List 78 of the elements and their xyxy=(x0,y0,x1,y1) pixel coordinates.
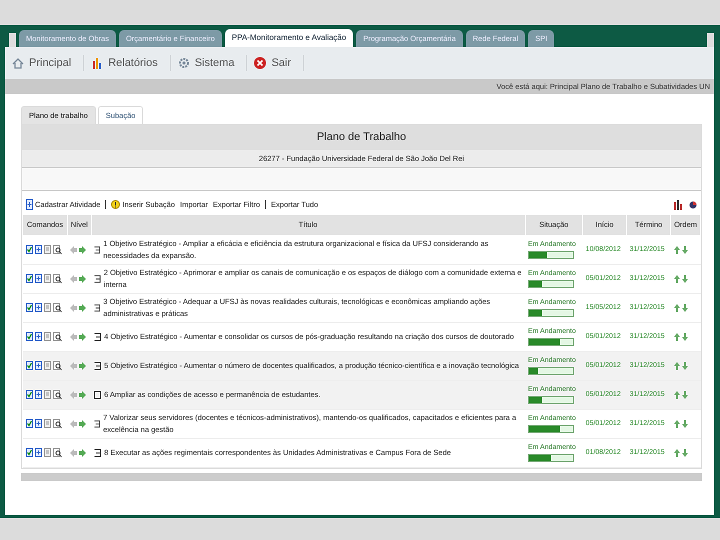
search-icon[interactable] xyxy=(52,360,62,370)
right-arrow-icon[interactable] xyxy=(79,448,86,456)
right-arrow-icon[interactable] xyxy=(79,420,86,428)
plus-icon[interactable] xyxy=(34,332,42,340)
left-arrow-icon[interactable] xyxy=(70,246,78,254)
square-icon[interactable] xyxy=(94,390,102,398)
plus-icon[interactable] xyxy=(34,244,42,254)
plus-icon[interactable] xyxy=(34,448,42,456)
menu-item[interactable]: Sistema xyxy=(176,54,248,72)
collapse-icon[interactable] xyxy=(94,362,102,370)
search-icon[interactable] xyxy=(52,274,62,284)
left-arrow-icon[interactable] xyxy=(70,362,78,370)
right-arrow-icon[interactable] xyxy=(79,304,86,312)
down-arrow-icon[interactable] xyxy=(682,362,688,370)
search-icon[interactable] xyxy=(52,244,62,254)
warning-icon[interactable] xyxy=(111,199,120,210)
check-icon[interactable] xyxy=(26,390,32,398)
down-arrow-icon[interactable] xyxy=(682,420,688,428)
left-arrow-icon[interactable] xyxy=(70,274,78,282)
left-arrow-icon[interactable] xyxy=(70,420,78,428)
collapse-icon[interactable] xyxy=(94,246,100,254)
check-icon[interactable] xyxy=(26,244,32,254)
up-arrow-icon[interactable] xyxy=(674,448,680,456)
horizontal-scrollbar[interactable] xyxy=(21,472,702,480)
right-arrow-icon[interactable] xyxy=(79,246,86,254)
menu-item[interactable]: Sair xyxy=(253,54,304,72)
plus-icon[interactable] xyxy=(34,360,42,370)
left-arrow-icon[interactable] xyxy=(70,332,78,340)
right-arrow-icon[interactable] xyxy=(79,362,86,370)
check-icon[interactable] xyxy=(26,360,32,370)
up-arrow-icon[interactable] xyxy=(674,274,680,282)
search-icon[interactable] xyxy=(52,302,62,312)
system-tab[interactable]: PPA-Monitoramento e Avaliação xyxy=(224,29,354,47)
collapse-icon[interactable] xyxy=(94,420,100,428)
down-arrow-icon[interactable] xyxy=(682,274,688,282)
plus-icon[interactable] xyxy=(34,302,42,312)
search-icon[interactable] xyxy=(52,448,62,458)
collapse-icon[interactable] xyxy=(94,274,101,282)
up-arrow-icon[interactable] xyxy=(674,246,680,254)
panel-title: Plano de Trabalho xyxy=(22,125,701,150)
search-icon[interactable] xyxy=(52,390,62,400)
search-icon[interactable] xyxy=(52,418,62,428)
plus-icon[interactable] xyxy=(34,274,42,282)
plus-icon[interactable] xyxy=(34,418,42,428)
left-arrow-icon[interactable] xyxy=(70,390,78,398)
up-arrow-icon[interactable] xyxy=(674,332,680,340)
down-arrow-icon[interactable] xyxy=(682,448,688,456)
plus-icon[interactable] xyxy=(34,390,42,398)
check-icon[interactable] xyxy=(26,274,32,282)
down-arrow-icon[interactable] xyxy=(682,332,688,340)
pie-chart-icon[interactable] xyxy=(689,200,697,210)
check-icon[interactable] xyxy=(26,332,32,340)
up-arrow-icon[interactable] xyxy=(674,420,680,428)
home-icon xyxy=(11,56,25,70)
collapse-icon[interactable] xyxy=(94,304,100,312)
check-icon[interactable] xyxy=(26,302,32,312)
down-arrow-icon[interactable] xyxy=(682,304,688,312)
left-arrow-icon[interactable] xyxy=(70,448,78,456)
right-arrow-icon[interactable] xyxy=(79,274,86,282)
collapse-icon[interactable] xyxy=(94,332,102,340)
right-arrow-icon[interactable] xyxy=(79,390,86,398)
collapse-icon[interactable] xyxy=(94,448,102,456)
menu-item[interactable]: Principal xyxy=(11,54,84,72)
check-icon[interactable] xyxy=(26,418,32,428)
gear-icon xyxy=(176,56,191,70)
menu-item[interactable]: Relatórios xyxy=(90,54,171,72)
check-icon[interactable] xyxy=(26,448,32,456)
left-arrow-icon[interactable] xyxy=(70,304,78,312)
up-arrow-icon[interactable] xyxy=(674,390,680,398)
up-arrow-icon[interactable] xyxy=(674,304,680,312)
down-arrow-icon[interactable] xyxy=(682,390,688,398)
down-arrow-icon[interactable] xyxy=(682,246,688,254)
up-arrow-icon[interactable] xyxy=(674,362,680,370)
exit-icon xyxy=(253,56,268,70)
document-add-icon[interactable] xyxy=(26,199,33,210)
search-icon[interactable] xyxy=(52,332,62,342)
right-arrow-icon[interactable] xyxy=(79,332,86,340)
bar-chart-icon[interactable] xyxy=(674,200,684,210)
